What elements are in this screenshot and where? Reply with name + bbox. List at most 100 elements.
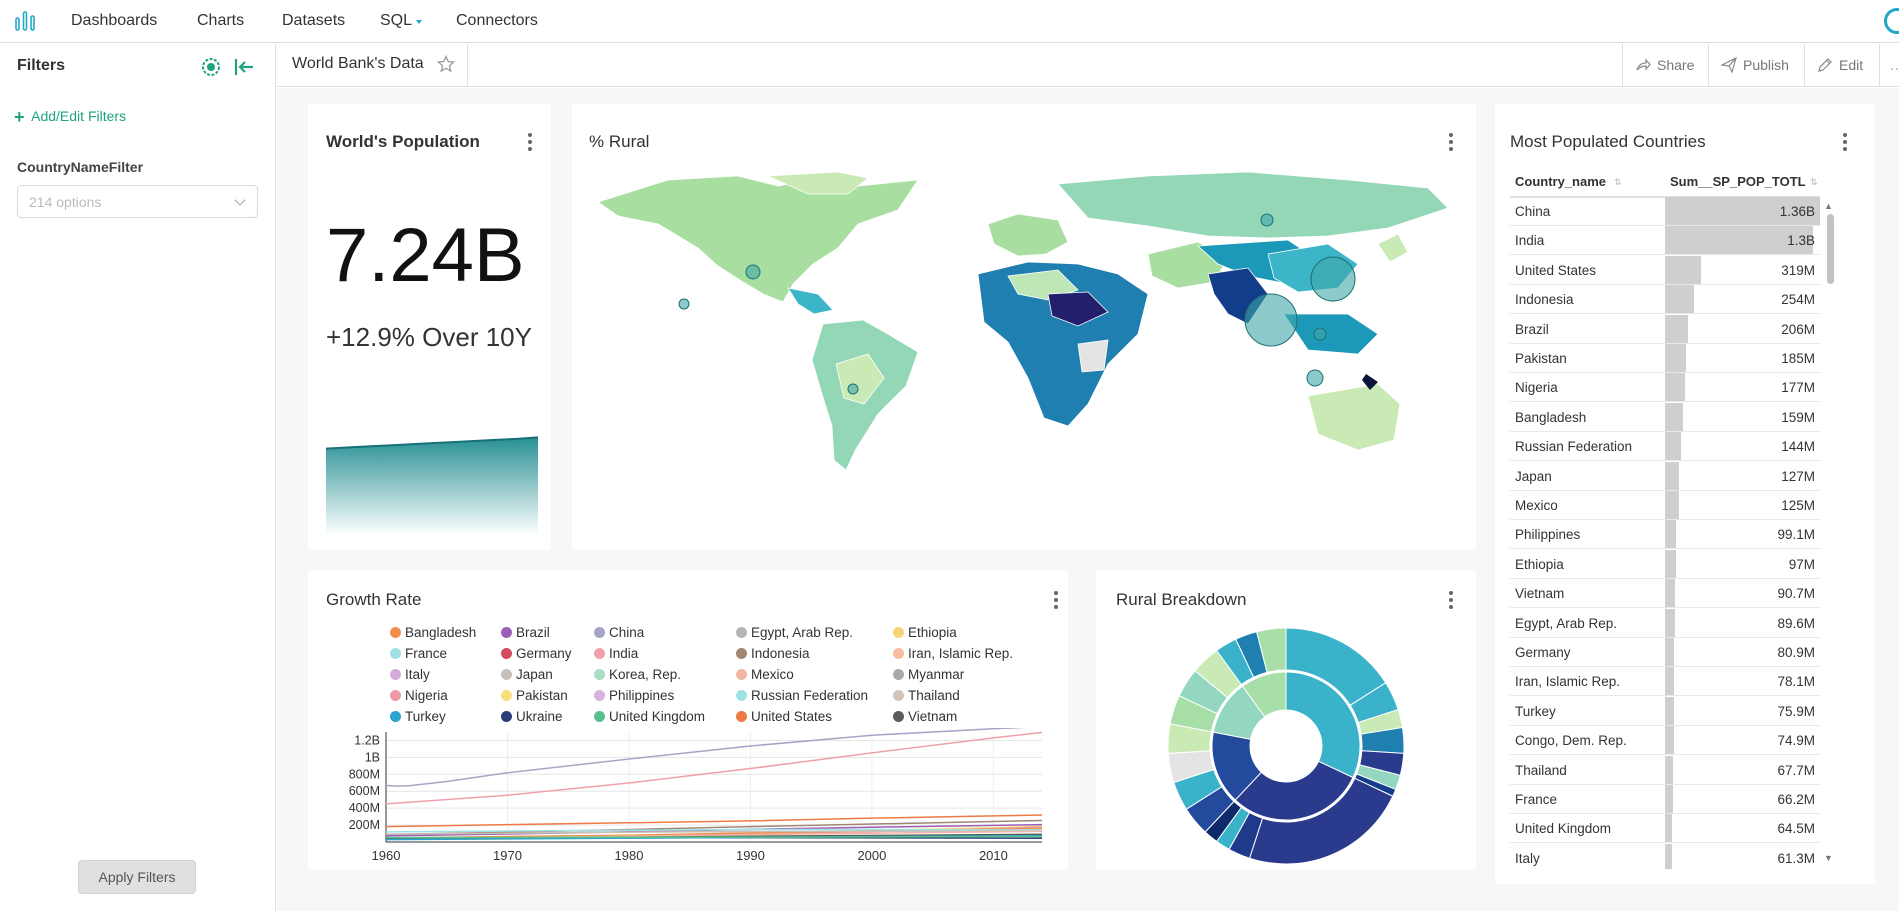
dashboard-title[interactable]: World Bank's Data [292, 55, 424, 73]
legend-item[interactable]: Philippines [594, 688, 674, 703]
edit-button[interactable]: Edit [1804, 44, 1879, 86]
legend-item[interactable]: Japan [501, 667, 553, 682]
legend-item[interactable]: Vietnam [893, 709, 957, 724]
publish-button[interactable]: Publish [1708, 44, 1804, 86]
legend-item[interactable]: Bangladesh [390, 625, 476, 640]
map-australia[interactable] [1307, 383, 1401, 451]
legend-item[interactable]: Myanmar [893, 667, 964, 682]
legend-label: Japan [516, 667, 553, 682]
legend-item[interactable]: Brazil [501, 625, 550, 640]
table-row[interactable]: Germany 80.9M [1510, 638, 1820, 667]
breakdown-menu-icon[interactable] [1449, 591, 1453, 609]
scroll-down-arrow-icon[interactable]: ▼ [1824, 853, 1833, 863]
legend-item[interactable]: Ethiopia [893, 625, 957, 640]
sort-icon[interactable]: ⇅ [1810, 177, 1818, 188]
table-row[interactable]: India 1.3B [1510, 226, 1820, 256]
table-row[interactable]: Bangladesh 159M [1510, 402, 1820, 432]
legend-item[interactable]: Pakistan [501, 688, 568, 703]
legend-item[interactable]: United Kingdom [594, 709, 705, 724]
growth-menu-icon[interactable] [1054, 591, 1058, 609]
nav-sql[interactable]: SQL [380, 12, 412, 30]
table-scrollbar[interactable] [1826, 200, 1834, 870]
table-row[interactable]: Vietnam 90.7M [1510, 579, 1820, 609]
table-row[interactable]: Thailand 67.7M [1510, 755, 1820, 785]
nav-dashboards[interactable]: Dashboards [71, 12, 157, 30]
map-russia[interactable] [1057, 171, 1449, 239]
table-row[interactable]: Congo, Dem. Rep. 74.9M [1510, 726, 1820, 756]
legend-dot-icon [594, 627, 605, 638]
legend-item[interactable]: China [594, 625, 644, 640]
table-row[interactable]: Italy 61.3M [1510, 843, 1820, 869]
legend-item[interactable]: Nigeria [390, 688, 448, 703]
table-row[interactable]: Indonesia 254M [1510, 285, 1820, 315]
table-row[interactable]: Pakistan 185M [1510, 344, 1820, 373]
legend-item[interactable]: Italy [390, 667, 430, 682]
settings-gear-icon[interactable] [1884, 8, 1899, 34]
rural-map-menu-icon[interactable] [1449, 133, 1453, 151]
legend-item[interactable]: Russian Federation [736, 688, 868, 703]
legend-item[interactable]: Indonesia [736, 646, 810, 661]
table-row[interactable]: Brazil 206M [1510, 314, 1820, 344]
rural-sunburst-chart[interactable] [1166, 626, 1406, 866]
population-menu-icon[interactable] [528, 133, 532, 151]
world-map[interactable] [588, 164, 1460, 504]
country-filter-placeholder: 214 options [29, 194, 102, 210]
legend-item[interactable]: Ukraine [501, 709, 563, 724]
country-filter-select[interactable]: 214 options [17, 185, 258, 218]
map-europe[interactable] [987, 213, 1069, 257]
legend-item[interactable]: Mexico [736, 667, 794, 682]
sql-caret-icon[interactable] [416, 20, 422, 24]
filter-settings-gear-icon[interactable] [200, 56, 222, 78]
table-row[interactable]: Philippines 99.1M [1510, 520, 1820, 550]
scroll-up-arrow-icon[interactable]: ▲ [1824, 201, 1833, 211]
growth-line-chart[interactable]: 200M 400M 600M 800M 1B 1.2B 1960 1970 1980 1990 20… [330, 728, 1050, 860]
map-central-america[interactable] [787, 287, 834, 315]
legend-item[interactable]: Egypt, Arab Rep. [736, 625, 853, 640]
collapse-sidebar-icon[interactable] [233, 56, 255, 78]
population-bar [1665, 432, 1682, 461]
share-button[interactable]: Share [1622, 44, 1708, 86]
series-line-india[interactable] [385, 731, 1043, 805]
country-name-cell: Turkey [1515, 703, 1556, 719]
map-southeast-asia[interactable] [1283, 313, 1379, 355]
table-row[interactable]: Egypt, Arab Rep. 89.6M [1510, 608, 1820, 638]
table-row[interactable]: Nigeria 177M [1510, 373, 1820, 403]
table-scrollbar-thumb[interactable] [1827, 214, 1834, 284]
column-header-country[interactable]: Country_name [1515, 174, 1606, 189]
map-bubble-india [1244, 293, 1298, 347]
table-row[interactable]: France 66.2M [1510, 785, 1820, 814]
map-north-america[interactable] [597, 175, 919, 303]
more-menu-button[interactable]: ... [1879, 44, 1899, 86]
legend-item[interactable]: Iran, Islamic Rep. [893, 646, 1013, 661]
map-japan[interactable] [1377, 233, 1409, 263]
country-name-cell: Ethiopia [1515, 556, 1564, 572]
column-header-population[interactable]: Sum__SP_POP_TOTL [1670, 174, 1806, 189]
countries-menu-icon[interactable] [1843, 133, 1847, 151]
filters-sidebar: Filters + Add/Edit Filters CountryNameFi… [0, 44, 276, 911]
apply-filters-button[interactable]: Apply Filters [78, 860, 196, 894]
table-row[interactable]: United States 319M [1510, 255, 1820, 285]
table-row[interactable]: Japan 127M [1510, 461, 1820, 491]
legend-item[interactable]: Germany [501, 646, 572, 661]
sort-icon[interactable]: ⇅ [1614, 177, 1622, 188]
table-row[interactable]: Russian Federation 144M [1510, 432, 1820, 462]
legend-item[interactable]: Korea, Rep. [594, 667, 681, 682]
app-logo-icon[interactable] [14, 10, 36, 32]
legend-item[interactable]: India [594, 646, 638, 661]
nav-connectors[interactable]: Connectors [456, 12, 538, 30]
legend-item[interactable]: Thailand [893, 688, 960, 703]
nav-datasets[interactable]: Datasets [282, 12, 345, 30]
map-central-africa[interactable] [1077, 339, 1109, 373]
table-row[interactable]: Mexico 125M [1510, 491, 1820, 520]
table-row[interactable]: China 1.36B [1510, 197, 1820, 226]
table-row[interactable]: Iran, Islamic Rep. 78.1M [1510, 667, 1820, 697]
table-row[interactable]: United Kingdom 64.5M [1510, 814, 1820, 844]
add-edit-filters-button[interactable]: + Add/Edit Filters [14, 107, 126, 128]
favorite-star-icon[interactable] [437, 55, 455, 73]
legend-item[interactable]: France [390, 646, 447, 661]
legend-item[interactable]: United States [736, 709, 832, 724]
nav-charts[interactable]: Charts [197, 12, 244, 30]
table-row[interactable]: Turkey 75.9M [1510, 696, 1820, 726]
legend-item[interactable]: Turkey [390, 709, 446, 724]
table-row[interactable]: Ethiopia 97M [1510, 549, 1820, 579]
